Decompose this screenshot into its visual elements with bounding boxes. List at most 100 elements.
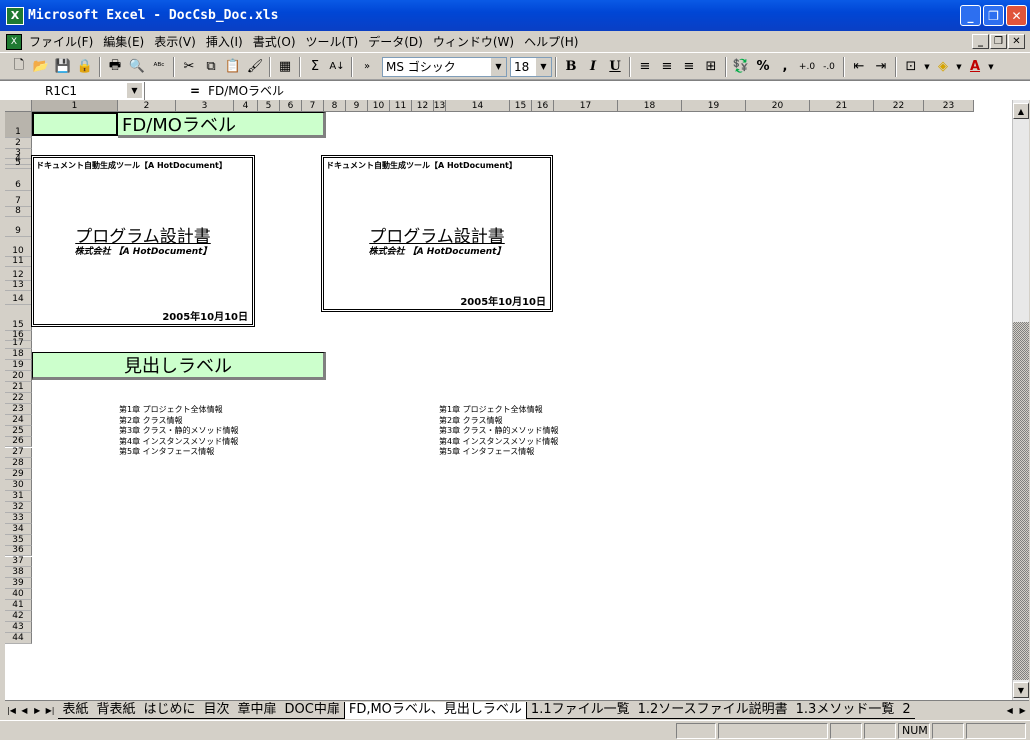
italic-button[interactable]: I (582, 56, 604, 78)
sheet-tab[interactable]: 目次 (199, 702, 234, 719)
font-size-select[interactable]: 18 ▼ (510, 56, 552, 77)
name-box[interactable]: R1C1 ▼ (0, 81, 145, 100)
minimize-button[interactable]: _ (960, 5, 981, 26)
spelling-icon[interactable]: ᴬᴮᶜ (148, 56, 170, 78)
row-header[interactable]: 7 (5, 190, 32, 207)
sheet-tab[interactable]: 章中扉 (233, 702, 281, 719)
font-color-icon[interactable]: A (964, 56, 986, 78)
sheet-tab[interactable]: 1.3メソッド一覧 (791, 702, 899, 719)
autosum-icon[interactable]: Σ (304, 56, 326, 78)
row-header[interactable]: 39 (5, 578, 32, 590)
row-header[interactable]: 37 (5, 556, 32, 568)
restore-button[interactable]: ❐ (983, 5, 1004, 26)
tab-scroll-left-icon[interactable]: ◀ (1003, 703, 1016, 718)
row-header[interactable]: 27 (5, 447, 32, 459)
print-preview-icon[interactable]: 🔍 (126, 56, 148, 78)
first-sheet-icon[interactable]: |◀ (5, 703, 18, 718)
workbook-minimize-button[interactable]: _ (972, 34, 989, 49)
align-left-icon[interactable]: ≡ (634, 56, 656, 78)
format-painter-icon[interactable]: 🖌 (244, 56, 266, 78)
chevron-down-icon[interactable]: ▼ (954, 56, 964, 78)
last-sheet-icon[interactable]: ▶| (44, 703, 57, 718)
workbook-icon[interactable]: X (6, 33, 22, 50)
row-header[interactable]: 11 (5, 256, 32, 267)
sort-ascending-icon[interactable]: A↓ (326, 56, 348, 78)
active-cell[interactable] (32, 112, 118, 136)
decrease-decimal-icon[interactable]: -.0 (818, 56, 840, 78)
menu-edit[interactable]: 編集(E) (98, 33, 149, 50)
row-header[interactable]: 15 (5, 304, 32, 331)
more-buttons-icon[interactable]: » (356, 56, 378, 78)
row-header[interactable]: 6 (5, 168, 32, 191)
open-icon[interactable]: 📂 (30, 56, 52, 78)
underline-button[interactable]: U (604, 56, 626, 78)
align-right-icon[interactable]: ≡ (678, 56, 700, 78)
increase-decimal-icon[interactable]: +.0 (796, 56, 818, 78)
row-header[interactable]: 41 (5, 600, 32, 611)
column-header[interactable]: 22 (874, 100, 924, 112)
sheet-tab[interactable]: DOC中扉 (280, 702, 344, 719)
row-header[interactable]: 10 (5, 236, 32, 257)
row-header[interactable]: 43 (5, 621, 32, 633)
row-header[interactable]: 23 (5, 403, 32, 415)
column-header[interactable]: 14 (446, 100, 510, 112)
sheet-tab[interactable]: 1.1ファイル一覧 (526, 702, 634, 719)
calendar-icon[interactable]: ▦ (274, 56, 296, 78)
formula-input[interactable]: FD/MOラベル (208, 82, 284, 99)
merge-center-icon[interactable]: ⊞ (700, 56, 722, 78)
row-header[interactable]: 8 (5, 206, 32, 217)
close-button[interactable]: ✕ (1006, 5, 1027, 26)
row-header[interactable]: 29 (5, 469, 32, 481)
row-header[interactable]: 34 (5, 523, 32, 535)
copy-icon[interactable]: ⧉ (200, 56, 222, 78)
column-header[interactable]: 10 (368, 100, 390, 112)
align-center-icon[interactable]: ≡ (656, 56, 678, 78)
font-name-select[interactable]: MS ゴシック ▼ (382, 56, 507, 77)
row-header[interactable]: 19 (5, 359, 32, 371)
row-header[interactable]: 1 (5, 112, 32, 138)
borders-icon[interactable]: ⊡ (900, 56, 922, 78)
row-header[interactable]: 30 (5, 480, 32, 492)
column-header[interactable]: 4 (234, 100, 258, 112)
row-header[interactable]: 33 (5, 512, 32, 524)
increase-indent-icon[interactable]: ⇥ (870, 56, 892, 78)
row-header[interactable]: 26 (5, 436, 32, 448)
row-header[interactable]: 40 (5, 589, 32, 601)
column-header[interactable]: 15 (510, 100, 532, 112)
menu-tools[interactable]: ツール(T) (301, 33, 364, 50)
row-header[interactable]: 36 (5, 545, 32, 557)
permission-icon[interactable]: 🔒 (74, 56, 96, 78)
column-header[interactable]: 21 (810, 100, 874, 112)
menu-window[interactable]: ウィンドウ(W) (428, 33, 519, 50)
chevron-down-icon[interactable]: ▼ (127, 82, 142, 98)
menu-insert[interactable]: 挿入(I) (201, 33, 248, 50)
decrease-indent-icon[interactable]: ⇤ (848, 56, 870, 78)
percent-button[interactable]: % (752, 56, 774, 78)
sheet-tab[interactable]: 背表紙 (92, 702, 140, 719)
excel-app-icon[interactable]: X (6, 6, 24, 25)
workbook-restore-button[interactable]: ❐ (990, 34, 1007, 49)
scroll-up-icon[interactable]: ▲ (1013, 103, 1029, 119)
tab-scroll-right-icon[interactable]: ▶ (1016, 703, 1029, 718)
row-header[interactable]: 35 (5, 534, 32, 546)
fill-color-icon[interactable]: ◈ (932, 56, 954, 78)
print-icon[interactable]: 🖶 (104, 56, 126, 78)
column-header[interactable]: 8 (324, 100, 346, 112)
chevron-down-icon[interactable]: ▼ (536, 57, 551, 76)
row-header[interactable]: 18 (5, 348, 32, 360)
select-all-corner[interactable] (5, 100, 32, 112)
column-header[interactable]: 20 (746, 100, 810, 112)
column-header[interactable]: 13 (434, 100, 446, 112)
prev-sheet-icon[interactable]: ◀ (18, 703, 31, 718)
next-sheet-icon[interactable]: ▶ (31, 703, 44, 718)
scroll-thumb[interactable] (1013, 322, 1029, 680)
paste-icon[interactable]: 📋 (222, 56, 244, 78)
row-header[interactable]: 31 (5, 491, 32, 502)
menu-data[interactable]: データ(D) (363, 33, 428, 50)
row-header[interactable]: 9 (5, 216, 32, 237)
new-icon[interactable]: 🗋 (8, 56, 30, 78)
sheet-tab[interactable]: 1.2ソースファイル説明書 (633, 702, 792, 719)
row-header[interactable]: 14 (5, 290, 32, 305)
menu-file[interactable]: ファイル(F) (24, 33, 98, 50)
row-header[interactable]: 38 (5, 567, 32, 579)
